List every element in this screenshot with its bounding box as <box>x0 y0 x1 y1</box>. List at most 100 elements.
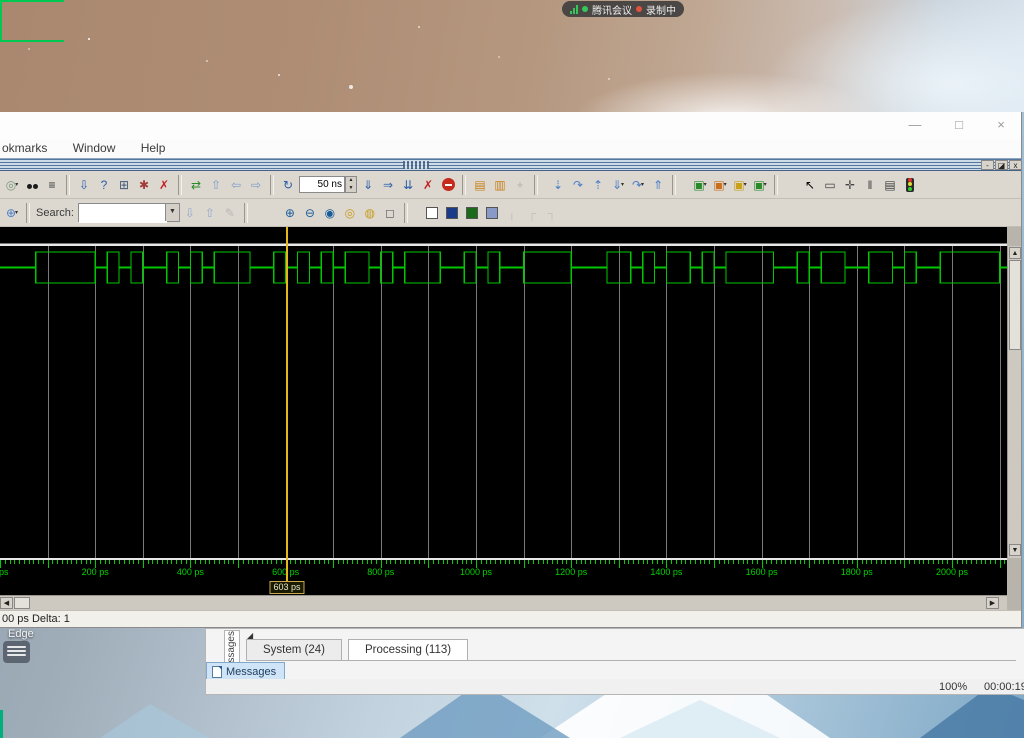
find-falling-edge-icon[interactable]: ⇓▾ <box>609 176 627 194</box>
break-icon[interactable]: ✗ <box>419 176 437 194</box>
edge-low-icon[interactable]: ╷ <box>503 204 521 222</box>
swap-pane-icon[interactable]: ⇄ <box>187 176 205 194</box>
search-next-icon[interactable]: ⇩ <box>181 204 199 222</box>
remove-cursor-icon[interactable]: ⇡ <box>589 176 607 194</box>
wave-cursor[interactable] <box>286 227 288 581</box>
scroll-left-icon[interactable]: ◀ <box>0 597 13 609</box>
quartus-messages-window[interactable]: Messages ◢ System (24)Processing (113) M… <box>205 628 1024 695</box>
select-mode-icon[interactable]: ↖ <box>801 176 819 194</box>
timeline-ruler[interactable]: 0 ps200 ps400 ps600 ps800 ps1000 ps1200 … <box>0 560 1007 580</box>
meeting-status-bar[interactable]: 腾讯会议 录制中 <box>562 1 684 17</box>
run-all-icon[interactable]: ⇊ <box>399 176 417 194</box>
pane-minimize-button[interactable]: - <box>981 160 994 170</box>
find-transition-icon[interactable]: ↷▾ <box>629 176 647 194</box>
progress-percent: 100% <box>939 681 967 693</box>
tab-processing-113-[interactable]: Processing (113) <box>348 639 468 660</box>
add-list-icon[interactable]: ▣▾ <box>711 176 729 194</box>
scroll-up-icon[interactable]: ▲ <box>1009 247 1021 259</box>
history-icon[interactable]: ◎▾ <box>3 176 21 194</box>
pattern-wave-icon[interactable] <box>483 204 501 222</box>
zoom-range-icon[interactable]: ◍ <box>361 204 379 222</box>
search-options-icon[interactable]: ✎ <box>221 204 239 222</box>
wave-signal-a[interactable] <box>0 252 1007 267</box>
zoom-cursor-icon[interactable]: ◎ <box>341 204 359 222</box>
zoom-out-icon[interactable]: ⊖ <box>301 204 319 222</box>
restore-layout-icon[interactable]: ▥ <box>491 176 509 194</box>
drag-grip-icon[interactable] <box>403 161 429 169</box>
expand-processes-icon[interactable]: ⊕▾ <box>3 204 21 222</box>
horizontal-scroll-thumb[interactable] <box>14 597 30 609</box>
stop-icon[interactable] <box>439 176 457 194</box>
pane-undock-button[interactable]: ◪ <box>995 160 1008 170</box>
desktop-jumplist-icon[interactable] <box>3 641 30 663</box>
edit-mode-icon[interactable]: ▤ <box>881 176 899 194</box>
elapsed-time: 00:00:19 <box>984 681 1024 693</box>
recording-dot-icon <box>636 6 642 12</box>
find-rising-edge-icon[interactable]: ⇑ <box>649 176 667 194</box>
cursor-time-label[interactable]: 603 ps <box>270 581 305 594</box>
screenshare-border-left <box>0 710 3 738</box>
run-icon[interactable]: ⇓ <box>359 176 377 194</box>
cursor-refresh-icon[interactable]: ↷ <box>569 176 587 194</box>
minimize-button[interactable]: — <box>904 116 926 134</box>
search-text-field[interactable] <box>79 206 167 223</box>
traffic-light-icon[interactable] <box>901 176 919 194</box>
add-log-icon[interactable]: ▣▾ <box>731 176 749 194</box>
wave-signal-b[interactable] <box>0 268 1007 283</box>
run-length-input[interactable] <box>299 176 345 193</box>
invert-wave-icon[interactable] <box>463 204 481 222</box>
import-icon[interactable]: ⇩ <box>75 176 93 194</box>
menu-window[interactable]: Window <box>73 140 116 155</box>
search-input[interactable]: ▼ <box>78 203 180 222</box>
create-pulse-icon[interactable] <box>423 204 441 222</box>
add-wave-icon[interactable]: ▣▾ <box>691 176 709 194</box>
edit-help-icon[interactable]: ? <box>95 176 113 194</box>
horizontal-scrollbar[interactable]: ◀ ▶ <box>0 595 1007 610</box>
add-items-icon[interactable]: ⊞ <box>115 176 133 194</box>
wave-panel[interactable]: 0 ps200 ps400 ps600 ps800 ps1000 ps1200 … <box>0 227 1021 610</box>
scroll-right-icon[interactable]: ▶ <box>986 597 999 609</box>
find-binoculars-icon[interactable] <box>23 176 41 194</box>
edge-fall-icon[interactable]: ┐ <box>543 204 561 222</box>
modelsim-window[interactable]: — □ × okmarks Window Help - ◪ x ◎▾≡⇩?⊞✱✗… <box>0 112 1022 628</box>
close-button[interactable]: × <box>990 116 1012 134</box>
cursor-mode-icon[interactable]: ‖ <box>861 176 879 194</box>
continue-run-icon[interactable]: ⇒ <box>379 176 397 194</box>
title-bar[interactable]: — □ × <box>0 112 1021 141</box>
run-length-spinner[interactable]: ▲▼ <box>345 176 357 193</box>
search-prev-icon[interactable]: ⇧ <box>201 204 219 222</box>
zoom-mode-icon[interactable]: ▭ <box>821 176 839 194</box>
edge-rise-icon[interactable]: ┌ <box>523 204 541 222</box>
navigate-up-icon[interactable]: ⇧ <box>207 176 225 194</box>
menu-bookmarks[interactable]: okmarks <box>2 140 47 155</box>
vertical-scroll-thumb[interactable] <box>1009 260 1021 350</box>
desktop-wallpaper-top <box>0 0 1024 112</box>
pan-hand-icon[interactable]: + <box>511 176 529 194</box>
zoom-full-icon[interactable]: ◉ <box>321 204 339 222</box>
navigate-forward-icon[interactable]: ⇨ <box>247 176 265 194</box>
pan-mode-icon[interactable]: ✛ <box>841 176 859 194</box>
save-layout-icon[interactable]: ▤ <box>471 176 489 194</box>
process-gears-icon[interactable]: ✱ <box>135 176 153 194</box>
insert-pulse-icon[interactable] <box>443 204 461 222</box>
messages-side-tab[interactable]: Messages <box>224 630 240 666</box>
zoom-selection-icon[interactable]: ◻ <box>381 204 399 222</box>
insert-cursor-icon[interactable]: ⇣ <box>549 176 567 194</box>
desktop-icon-edge-label[interactable]: Edge <box>8 628 68 640</box>
restart-icon[interactable]: ↻ <box>279 176 297 194</box>
search-dropdown-icon[interactable]: ▼ <box>165 204 179 221</box>
tab-system-24-[interactable]: System (24) <box>246 639 342 660</box>
waveform-canvas[interactable] <box>0 246 1007 558</box>
vertical-scrollbar[interactable]: ▲ ▼ <box>1007 246 1022 558</box>
run-length-widget[interactable]: ▲▼ <box>299 176 357 194</box>
add-dataflow-icon[interactable]: ▣▾ <box>751 176 769 194</box>
hierarchy-icon[interactable]: ≡ <box>43 176 61 194</box>
zoom-in-icon[interactable]: ⊕ <box>281 204 299 222</box>
delete-icon[interactable]: ✗ <box>155 176 173 194</box>
pane-close-button[interactable]: x <box>1009 160 1022 170</box>
menu-help[interactable]: Help <box>141 140 166 155</box>
pane-drag-bar[interactable]: - ◪ x <box>0 158 1021 171</box>
navigate-back-icon[interactable]: ⇦ <box>227 176 245 194</box>
maximize-button[interactable]: □ <box>948 116 970 134</box>
scroll-down-icon[interactable]: ▼ <box>1009 544 1021 556</box>
